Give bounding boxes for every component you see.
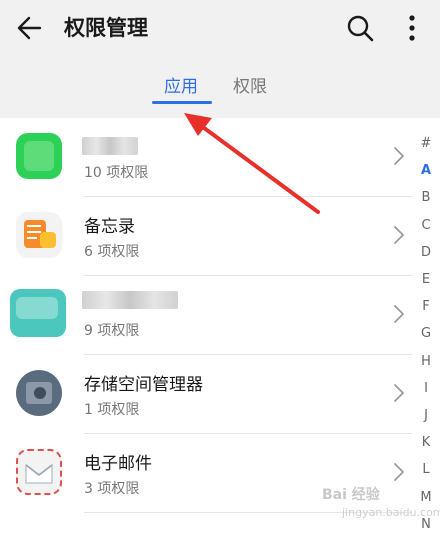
permission-count: 3 项权限 [84,481,140,497]
more-options-icon[interactable] [400,12,424,44]
permission-count: 1 项权限 [84,402,140,418]
app-icon [16,133,62,179]
alphabet-index-letter[interactable]: # [416,136,436,152]
back-arrow-icon[interactable] [14,12,46,44]
alphabet-index-letter[interactable]: I [416,381,436,397]
blurred-app-name [82,291,178,309]
chevron-right-icon [394,305,404,323]
alphabet-index-letter[interactable]: M [416,490,436,506]
alphabet-index-letter[interactable]: G [416,326,436,342]
alphabet-index-letter[interactable]: B [416,190,436,206]
chevron-right-icon [394,226,404,244]
list-item[interactable]: 9 项权限 [0,275,412,355]
tab-permissions[interactable]: 权限 [233,76,267,98]
app-name: 备忘录 [84,217,135,237]
app-header: 权限管理 应用 权限 [0,0,440,118]
alphabet-index-letter[interactable]: N [416,517,436,533]
email-icon [16,449,62,495]
list-item[interactable]: 存储空间管理器 1 项权限 [0,354,412,434]
chevron-right-icon [394,147,404,165]
alphabet-index-letter[interactable]: D [416,245,436,261]
page-title: 权限管理 [64,16,148,40]
alphabet-index-letter[interactable]: E [416,272,436,288]
list-item[interactable]: 备忘录 6 项权限 [0,196,412,276]
list-item[interactable]: 10 项权限 [0,117,412,197]
permission-count: 9 项权限 [84,323,140,339]
chevron-right-icon [394,463,404,481]
blurred-app-name [82,137,138,155]
alphabet-index-letter[interactable]: H [416,354,436,370]
chevron-right-icon [394,384,404,402]
watermark-logo: Bai 经验 [322,487,380,503]
app-name: 存储空间管理器 [84,375,203,395]
app-name: 电子邮件 [84,454,152,474]
alphabet-index-letter[interactable]: K [416,435,436,451]
alphabet-index-letter[interactable]: J [416,408,436,424]
alphabet-index-letter[interactable]: L [416,462,436,478]
app-icon [10,289,66,337]
alphabet-index-letter[interactable]: A [416,163,436,179]
alphabet-index-letter[interactable]: F [416,299,436,315]
watermark-url: jingyan.baidu.com [342,506,440,519]
tab-apps[interactable]: 应用 [164,76,198,98]
storage-manager-icon [16,370,62,416]
alphabet-index-letter[interactable]: C [416,218,436,234]
memo-icon [16,212,62,258]
search-icon[interactable] [344,12,376,44]
permission-count: 10 项权限 [84,165,149,181]
active-tab-indicator [152,101,212,104]
permission-count: 6 项权限 [84,244,140,260]
